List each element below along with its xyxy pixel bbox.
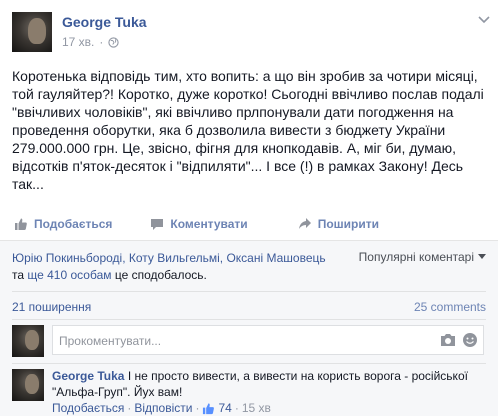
comment-body: George Tuka І не просто вивести, а вивес…	[52, 368, 484, 400]
comment-author[interactable]: George Tuka	[52, 369, 124, 383]
divider	[12, 319, 486, 320]
shares-row: 21 поширення 25 comments	[12, 300, 486, 314]
comment-like-count[interactable]: 74	[218, 401, 231, 415]
like-button[interactable]: Подобається	[14, 213, 112, 235]
author-avatar[interactable]	[12, 12, 52, 52]
share-icon	[298, 218, 311, 229]
post-actions: Подобається Коментувати Поширити	[12, 213, 486, 235]
post-text: Коротенька відповідь тим, хто вопить: а …	[12, 68, 484, 192]
chevron-down-icon[interactable]	[478, 16, 490, 24]
comment-like-link[interactable]: Подобається	[52, 401, 124, 415]
share-button[interactable]: Поширити	[298, 213, 379, 235]
post-time[interactable]: 17 хв.	[62, 35, 94, 49]
comment-input[interactable]: Прокоментувати...	[52, 325, 484, 355]
share-label: Поширити	[317, 217, 379, 231]
comment-icon	[151, 219, 164, 230]
divider	[12, 291, 486, 292]
comment-time[interactable]: 15 хв	[242, 401, 271, 415]
comment-label: Коментувати	[170, 217, 248, 231]
post-header: George Tuka 17 хв. ·	[12, 12, 492, 56]
caret-down-icon	[478, 254, 486, 259]
comments-count[interactable]: 25 comments	[414, 300, 486, 314]
liker-names[interactable]: Юрію Покиньбороді, Коту Вильгельмі, Окса…	[12, 251, 326, 265]
feedback-area: Юрію Покиньбороді, Коту Вильгельмі, Окса…	[0, 240, 498, 416]
author-name[interactable]: George Tuka	[62, 14, 147, 30]
comment-reply-link[interactable]: Відповісти	[134, 401, 192, 415]
like-label: Подобається	[34, 217, 113, 231]
comment-composer: Прокоментувати...	[12, 325, 486, 357]
thumbs-up-icon	[15, 218, 27, 230]
commenter-avatar[interactable]	[12, 369, 44, 401]
shares-count[interactable]: 21 поширення	[12, 300, 91, 314]
comment-meta: Подобається · Відповісти · 74 · 15 хв	[52, 401, 271, 415]
viewer-avatar	[12, 325, 44, 357]
popular-comments-dropdown[interactable]: Популярні коментарі	[359, 250, 486, 264]
others-link[interactable]: ще 410 особам	[27, 268, 111, 282]
post-meta: 17 хв. ·	[62, 35, 120, 49]
smiley-icon[interactable]	[462, 332, 478, 348]
camera-icon[interactable]	[440, 333, 456, 347]
comment-button[interactable]: Коментувати	[150, 213, 248, 235]
comment-item: George Tuka І не просто вивести, а вивес…	[12, 369, 486, 417]
divider	[12, 363, 486, 364]
thumbs-up-icon	[203, 402, 215, 414]
globe-icon[interactable]	[108, 36, 120, 48]
